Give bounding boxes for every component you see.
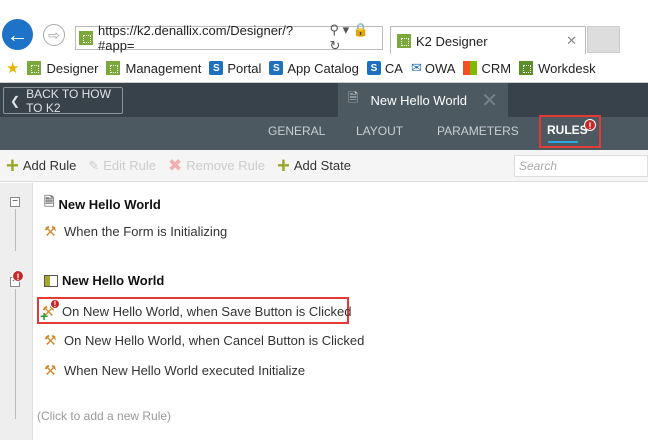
error-icon: !: [584, 119, 596, 131]
favorite-label: CA: [384, 60, 403, 76]
tab-rules[interactable]: RULES!: [539, 115, 601, 148]
sharepoint-icon: S: [269, 61, 284, 75]
tab-layout[interactable]: LAYOUT: [356, 117, 403, 150]
favorite-label: App Catalog: [287, 60, 359, 76]
rule-item[interactable]: ⚒ On New Hello World, when Cancel Button …: [44, 332, 364, 349]
search-icon[interactable]: ⚲ ▾ 🔒 ↻: [329, 22, 382, 54]
plus-icon: +: [277, 152, 290, 178]
favorite-portal[interactable]: S Portal: [209, 61, 261, 76]
edit-rule-button[interactable]: ✎ Edit Rule: [88, 158, 156, 174]
favorite-label: OWA: [424, 60, 456, 76]
favorite-designer[interactable]: Designer: [27, 61, 98, 76]
favorite-management[interactable]: Management: [106, 61, 201, 76]
favorite-label: Portal: [227, 60, 262, 76]
remove-rule-button[interactable]: ✖ Remove Rule: [168, 156, 265, 176]
add-state-button[interactable]: + Add State: [277, 152, 351, 178]
form-tab[interactable]: 🗎 New Hello World ✕: [338, 83, 508, 117]
windows-icon: [463, 61, 478, 75]
pencil-icon: ✎: [88, 157, 100, 173]
k2-icon: [27, 61, 42, 75]
sharepoint-icon: S: [366, 61, 381, 75]
sharepoint-icon: S: [209, 61, 224, 75]
browser-forward-button[interactable]: ⇨: [43, 24, 65, 46]
tab-rules-label: RULES: [547, 123, 588, 137]
favorite-label: Workdesk: [538, 60, 596, 76]
plus-icon: +: [6, 152, 19, 178]
gavel-error-icon: ⚒! +: [40, 299, 60, 324]
add-rule-button[interactable]: + Add Rule: [6, 152, 77, 178]
favorite-app-catalog[interactable]: S App Catalog: [269, 61, 359, 76]
rule-group-header[interactable]: 🗎 New Hello World: [44, 193, 161, 215]
browser-tab[interactable]: K2 Designer ✕: [390, 26, 586, 55]
chevron-left-icon: ❮: [10, 93, 21, 108]
gavel-icon: ⚒: [44, 223, 57, 239]
remove-rule-label: Remove Rule: [186, 158, 266, 173]
add-rule-hint[interactable]: (Click to add a new Rule): [37, 409, 171, 423]
rule-item-error[interactable]: ⚒! + On New Hello World, when Save Button …: [40, 299, 352, 324]
k2-icon: [397, 34, 411, 48]
close-icon[interactable]: ✕: [481, 88, 498, 113]
rule-item[interactable]: ⚒ When the Form is Initializing: [44, 223, 227, 240]
rule-label: When New Hello World executed Initialize: [64, 363, 306, 378]
form-icon: 🗎: [348, 90, 359, 105]
gavel-icon: ⚒: [44, 362, 57, 378]
form-icon: 🗎: [44, 194, 55, 209]
favorites-star-icon[interactable]: ★: [6, 59, 19, 77]
add-rule-label: Add Rule: [22, 158, 77, 173]
address-bar[interactable]: https://k2.denallix.com/Designer/?#app= ⚲…: [75, 22, 383, 53]
view-icon: [44, 274, 58, 287]
k2-icon: [106, 61, 121, 75]
gavel-icon: ⚒: [44, 332, 57, 348]
rule-label: On New Hello World, when Save Button is …: [62, 304, 352, 319]
mail-icon: ✉: [410, 60, 422, 75]
workdesk-icon: [519, 61, 534, 75]
tab-general[interactable]: GENERAL: [268, 117, 325, 150]
favorite-workdesk[interactable]: Workdesk: [519, 61, 596, 76]
favorites-bar: ★ Designer Management S Portal S App Catal…: [0, 54, 648, 83]
tab-parameters[interactable]: PARAMETERS: [437, 117, 519, 150]
search-input[interactable]: Search: [514, 155, 648, 177]
active-tab-indicator: [548, 141, 578, 143]
back-button[interactable]: ❮ BACK TO HOW TO K2: [3, 86, 123, 115]
tree-line: [15, 209, 16, 251]
edit-rule-label: Edit Rule: [103, 158, 156, 173]
x-icon: ✖: [168, 155, 183, 175]
tree-gutter: − − !: [0, 183, 33, 440]
error-icon: !: [12, 270, 24, 282]
favorite-crm[interactable]: CRM: [463, 61, 511, 76]
add-state-label: Add State: [293, 158, 351, 173]
back-label: BACK TO HOW TO K2: [26, 86, 111, 115]
form-tab-title: New Hello World: [370, 92, 468, 108]
browser-back-button[interactable]: ←: [2, 19, 33, 50]
rule-group-header[interactable]: New Hello World: [44, 273, 164, 288]
rule-item[interactable]: ⚒ When New Hello World executed Initializ…: [44, 362, 305, 379]
tree-line: [15, 289, 16, 419]
app-header: ❮ BACK TO HOW TO K2 🗎 New Hello World ✕: [0, 83, 648, 117]
tab-title: K2 Designer: [416, 33, 488, 49]
favorite-label: CRM: [481, 60, 512, 76]
site-icon: [79, 31, 93, 45]
new-tab-button[interactable]: [587, 26, 620, 53]
favorite-owa[interactable]: ✉ OWA: [411, 60, 455, 76]
favorite-label: Management: [125, 60, 202, 76]
collapse-toggle[interactable]: −: [10, 197, 20, 207]
group-title: New Hello World: [58, 196, 161, 212]
close-tab-icon[interactable]: ✕: [566, 33, 577, 49]
rule-label: When the Form is Initializing: [64, 224, 228, 239]
rule-label: On New Hello World, when Cancel Button i…: [64, 333, 365, 348]
group-title: New Hello World: [62, 273, 165, 288]
favorite-label: Designer: [46, 60, 99, 76]
favorite-ca[interactable]: S CA: [366, 60, 403, 76]
url-text: https://k2.denallix.com/Designer/?#app=: [98, 23, 294, 53]
